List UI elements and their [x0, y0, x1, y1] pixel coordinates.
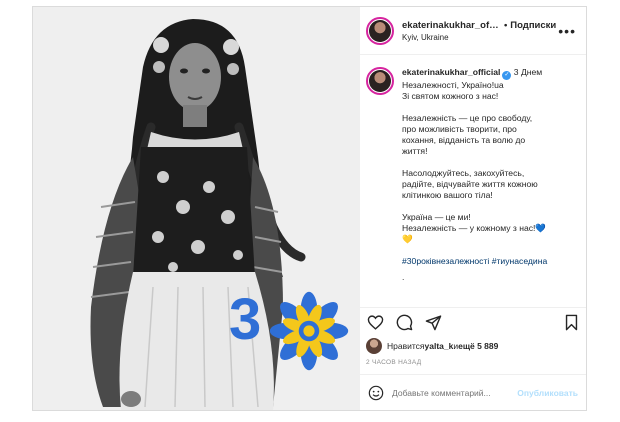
- likes-count-link[interactable]: ещё 5 889: [458, 341, 498, 351]
- caption-line3: Зі святом кожного з нас!: [402, 91, 499, 101]
- bookmark-icon[interactable]: [562, 314, 580, 332]
- comment-input[interactable]: [392, 387, 518, 398]
- hashtags-link[interactable]: #30роківнезалежності #тиунаседина: [402, 256, 547, 267]
- following-button[interactable]: Подписки: [510, 20, 556, 31]
- avatar[interactable]: [366, 16, 394, 45]
- action-bar: [360, 307, 586, 337]
- post-sidebar: ekaterinakukhar_offici • Подписки Kyiv, …: [359, 7, 586, 410]
- location-link[interactable]: Kyiv, Ukraine: [402, 33, 556, 42]
- likes-summary: Нравится yalta_k и ещё 5 889: [360, 337, 586, 355]
- smiley-icon[interactable]: [368, 385, 384, 401]
- liker-avatar[interactable]: [366, 338, 382, 354]
- caption-avatar[interactable]: [366, 67, 394, 95]
- liker-username-link[interactable]: yalta_k: [425, 341, 454, 351]
- caption-paragraph-3: Насолоджуйтесь, закохуйтесь, радійте, ві…: [402, 168, 538, 200]
- header-username-link[interactable]: ekaterinakukhar_offici: [402, 20, 501, 31]
- add-comment-bar: Опубликовать: [360, 374, 586, 410]
- heart-icon[interactable]: [366, 314, 384, 332]
- likes-prefix: Нравится: [387, 341, 425, 351]
- header-text: ekaterinakukhar_offici • Подписки Kyiv, …: [402, 20, 556, 42]
- caption-paragraph-2: Незалежність — це про свободу, про можли…: [402, 113, 533, 156]
- yellow-heart-icon: 💛: [402, 234, 413, 244]
- anniversary-30-badge: 3: [229, 289, 359, 379]
- caption-text: ekaterinakukhar_official ✓ 3 Днем Незалеж…: [402, 67, 547, 307]
- caption-paragraph-4: Україна — це ми! Незалежність — у кожном…: [402, 212, 547, 245]
- post-image[interactable]: 3: [33, 7, 359, 410]
- blue-heart-icon: 💙: [535, 223, 547, 233]
- header-separator: •: [503, 19, 508, 31]
- sunflower-icon: [269, 291, 349, 371]
- caption-username-link[interactable]: ekaterinakukhar_official: [402, 67, 500, 77]
- caption-trailing-dot: .: [402, 272, 405, 282]
- comment-icon[interactable]: [395, 314, 413, 332]
- publish-button[interactable]: Опубликовать: [517, 388, 578, 398]
- caption-para4-line1: Україна — це ми!: [402, 212, 471, 222]
- ellipsis-icon[interactable]: •••: [556, 23, 578, 39]
- page: 3 ekaterinakukhar_offici • Подписки Kyiv…: [0, 0, 620, 422]
- badge-number-3: 3: [229, 287, 262, 352]
- caption-section: ekaterinakukhar_official ✓ 3 Днем Незалеж…: [360, 55, 586, 307]
- caption-line1: 3 Днем: [511, 67, 543, 77]
- send-icon[interactable]: [424, 314, 442, 332]
- instagram-post: 3 ekaterinakukhar_offici • Подписки Kyiv…: [32, 6, 587, 411]
- caption-para4-line2: Незалежність — у кожному з нас!: [402, 223, 536, 233]
- post-header: ekaterinakukhar_offici • Подписки Kyiv, …: [360, 7, 586, 55]
- caption-line2: Незалежності, Україно!ua: [402, 80, 504, 90]
- post-timestamp[interactable]: 2 ЧАСОВ НАЗАД: [360, 355, 586, 374]
